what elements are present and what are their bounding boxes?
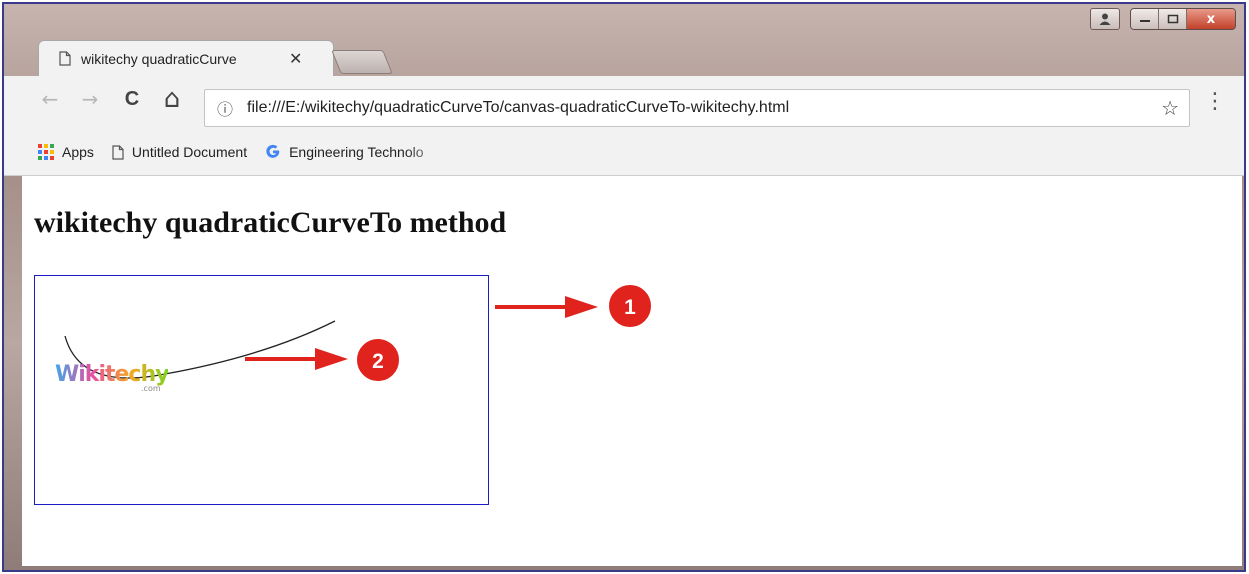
callout-badge-1: 1: [607, 283, 653, 329]
annotation-layer: 1 2: [245, 283, 653, 383]
callout-arrow-1: [495, 296, 598, 318]
callout-badge-2: 2: [355, 337, 401, 383]
callout-number-1: 1: [624, 296, 636, 319]
callout-number-2: 2: [372, 350, 384, 373]
callout-arrow-2: [245, 348, 348, 370]
